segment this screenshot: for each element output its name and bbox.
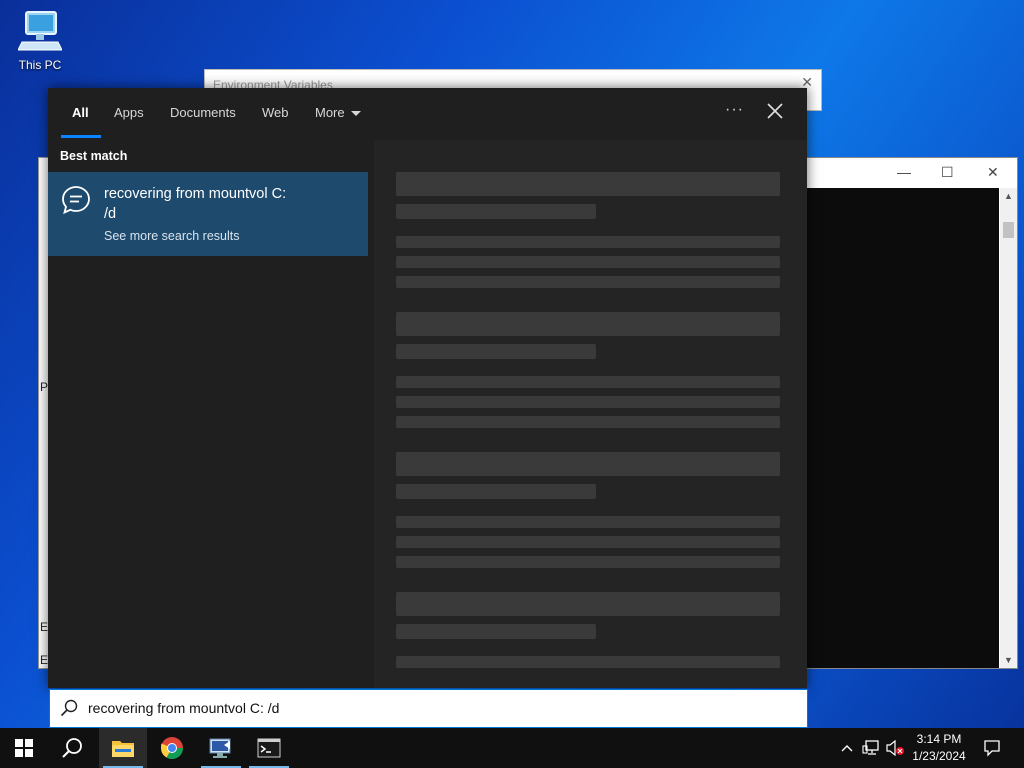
volume-status[interactable]	[884, 728, 906, 768]
chat-bubble-icon	[60, 184, 92, 216]
skeleton-bar	[396, 256, 780, 268]
this-pc-label: This PC	[18, 58, 62, 72]
skeleton-bar	[396, 656, 780, 668]
search-input[interactable]: recovering from mountvol C: /d	[88, 700, 279, 716]
preview-pane-loading	[374, 140, 807, 688]
search-icon	[62, 738, 82, 758]
skeleton-bar	[396, 484, 596, 499]
skeleton-bar	[396, 172, 780, 196]
command-prompt-button[interactable]	[245, 728, 293, 768]
tab-more[interactable]: More	[315, 105, 361, 120]
more-options-button[interactable]: ···	[725, 101, 744, 119]
search-panel: All Apps Documents Web More ··· Best mat…	[48, 88, 807, 688]
clock-time: 3:14 PM	[916, 732, 962, 746]
search-tabs: All Apps Documents Web More ···	[48, 88, 807, 140]
tab-web[interactable]: Web	[262, 105, 289, 120]
chrome-icon	[160, 737, 183, 759]
results-list: Best match recovering from mountvol C: /d…	[48, 140, 368, 688]
file-explorer-icon	[112, 741, 134, 757]
show-hidden-icons-button[interactable]	[838, 728, 856, 768]
tab-all[interactable]: All	[72, 105, 89, 120]
network-status[interactable]	[860, 728, 882, 768]
this-pc-desktop-icon[interactable]: This PC	[12, 8, 68, 72]
notification-icon	[984, 740, 1000, 757]
best-match-result[interactable]: recovering from mountvol C: /d See more s…	[48, 172, 368, 256]
start-icon	[15, 739, 33, 757]
tab-documents[interactable]: Documents	[170, 105, 236, 120]
skeleton-bar	[396, 236, 780, 248]
remote-desktop-button[interactable]	[197, 728, 245, 768]
tab-more-label: More	[315, 105, 345, 120]
taskbar-clock[interactable]: 3:14 PM 1/23/2024	[906, 731, 972, 765]
file-explorer-button[interactable]	[99, 728, 147, 768]
close-icon[interactable]	[766, 102, 784, 120]
skeleton-bar	[396, 516, 780, 528]
window-text: E	[40, 653, 49, 667]
scroll-down-icon[interactable]: ▼	[1004, 655, 1013, 665]
tab-apps[interactable]: Apps	[114, 105, 144, 120]
skeleton-bar	[396, 312, 780, 336]
network-icon	[862, 740, 879, 755]
scroll-thumb[interactable]	[1003, 222, 1014, 238]
chevron-down-icon	[350, 111, 361, 117]
search-box[interactable]: recovering from mountvol C: /d	[49, 689, 808, 728]
skeleton-bar	[396, 556, 780, 568]
command-prompt-window[interactable]: — ☐ ✕ ▲ ▼	[806, 157, 1018, 669]
maximize-button[interactable]: ☐	[941, 164, 954, 181]
best-match-heading: Best match	[60, 149, 128, 163]
search-icon	[60, 699, 78, 717]
skeleton-bar	[396, 452, 780, 476]
see-more-results-label: See more search results	[104, 229, 240, 243]
minimize-button[interactable]: —	[897, 164, 911, 180]
result-title: recovering from mountvol C: /d	[104, 184, 324, 224]
window-text: E	[40, 620, 49, 634]
chrome-button[interactable]	[148, 728, 196, 768]
action-center-button[interactable]	[978, 728, 1006, 768]
skeleton-bar	[396, 376, 780, 388]
taskbar: 3:14 PM 1/23/2024	[0, 728, 1024, 768]
scroll-up-icon[interactable]: ▲	[1004, 191, 1013, 201]
skeleton-bar	[396, 276, 780, 288]
skeleton-bar	[396, 396, 780, 408]
skeleton-bar	[396, 624, 596, 639]
result-title-line: /d	[104, 206, 117, 222]
skeleton-bar	[396, 536, 780, 548]
console-area[interactable]	[807, 188, 999, 668]
active-tab-indicator	[61, 135, 101, 138]
volume-muted-icon	[886, 740, 904, 756]
skeleton-bar	[396, 204, 596, 219]
window-text: P	[40, 380, 49, 394]
taskbar-search-button[interactable]	[48, 728, 96, 768]
remote-desktop-icon	[209, 738, 231, 758]
close-button[interactable]: ✕	[987, 164, 999, 181]
skeleton-bar	[396, 344, 596, 359]
result-title-line: recovering from mountvol C:	[104, 186, 287, 202]
start-button[interactable]	[0, 728, 48, 768]
cmd-icon	[257, 738, 281, 758]
clock-date: 1/23/2024	[912, 749, 966, 763]
computer-icon	[17, 8, 63, 56]
skeleton-bar	[396, 416, 780, 428]
scrollbar[interactable]: ▲ ▼	[1000, 188, 1017, 668]
skeleton-bar	[396, 592, 780, 616]
chevron-up-icon	[841, 745, 853, 752]
